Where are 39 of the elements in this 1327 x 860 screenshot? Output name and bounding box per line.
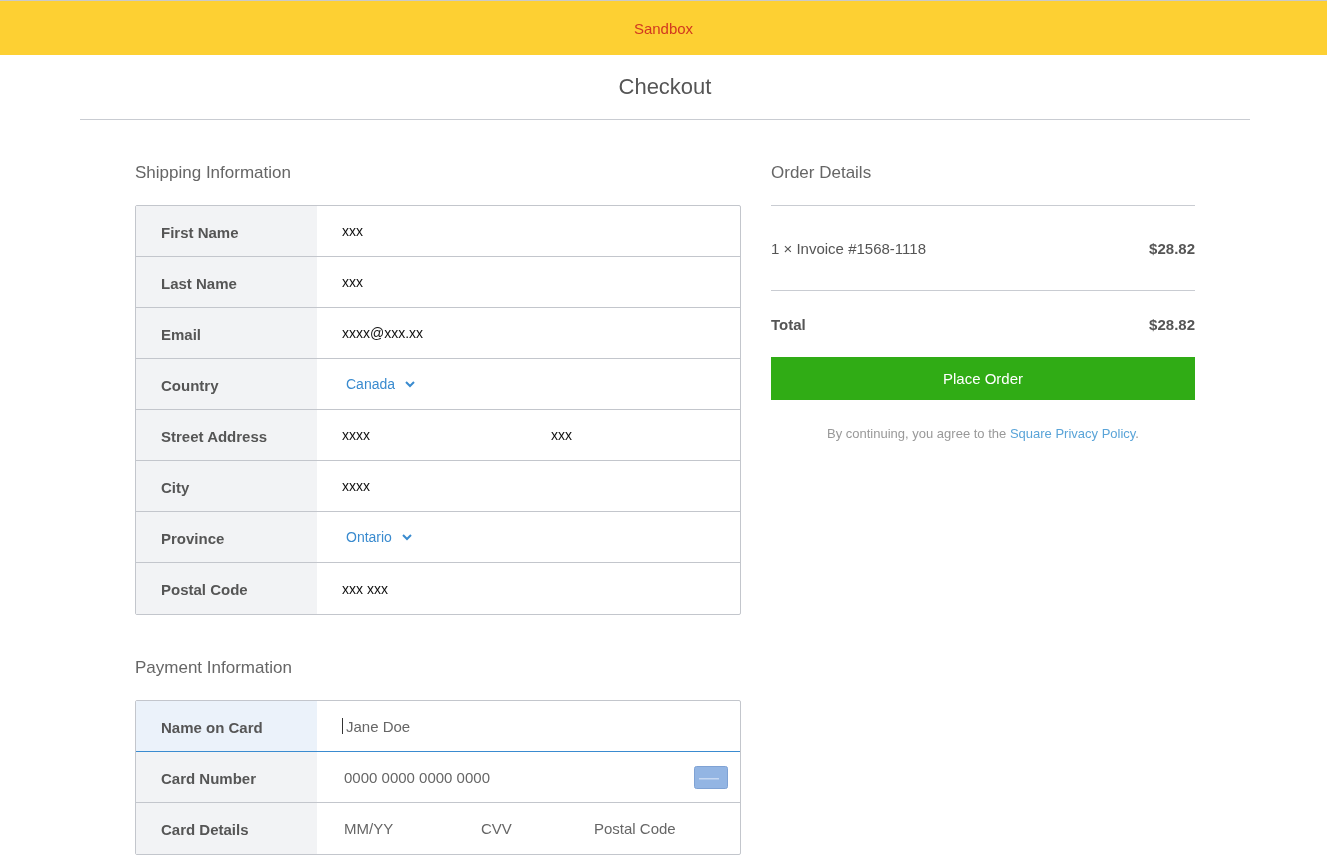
chevron-down-icon xyxy=(401,533,412,541)
input-field[interactable]: Jane Doe xyxy=(344,716,728,736)
field-label: First Name xyxy=(136,206,317,256)
field-value[interactable]: xxxx xyxy=(342,478,370,494)
field-label: Name on Card xyxy=(136,701,317,751)
banner-label: Sandbox xyxy=(633,19,694,37)
field-label: Last Name xyxy=(136,257,317,307)
chevron-down-icon xyxy=(405,380,416,388)
field-label: Province xyxy=(136,512,317,562)
section-heading: Order Details xyxy=(771,161,873,184)
item-price: $28.82 xyxy=(1149,239,1195,257)
input-field[interactable]: 0000 0000 0000 0000 xyxy=(342,767,694,787)
field-label: Country xyxy=(136,359,317,409)
field-label: City xyxy=(136,461,317,511)
field-label: Card Number xyxy=(136,752,317,802)
text-cursor xyxy=(342,718,343,734)
total-label: Total xyxy=(771,315,806,333)
field-label: Street Address xyxy=(136,410,317,460)
input-field[interactable]: MM/YY xyxy=(342,819,479,838)
field-value[interactable]: xxxx@xxx.xx xyxy=(342,325,424,341)
select-dropdown[interactable]: Ontario xyxy=(342,529,412,545)
field-value[interactable]: xxxx xyxy=(342,427,551,443)
item-name: 1 × Invoice #1568-1118 xyxy=(771,239,926,257)
field-label: Email xyxy=(136,308,317,358)
field-value[interactable]: xxx xxx xyxy=(342,580,388,597)
select-dropdown[interactable]: Canada xyxy=(342,376,416,392)
policy-notice: By continuing, you agree to the Square Privacy Policy. xyxy=(826,426,1140,441)
field-value[interactable]: xxx xyxy=(342,223,363,239)
section-heading: Shipping Information xyxy=(135,161,292,184)
input-field[interactable]: CVV xyxy=(479,819,592,838)
field-value[interactable]: xxx xyxy=(551,427,572,443)
section-heading: Payment Information xyxy=(135,656,293,679)
field-label: Postal Code xyxy=(136,563,317,614)
field-label: Card Details xyxy=(136,803,317,854)
field-value[interactable]: xxx xyxy=(342,274,363,290)
input-field[interactable]: Postal Code xyxy=(592,819,702,838)
total-price: $28.82 xyxy=(1149,315,1195,333)
credit-card-icon xyxy=(694,765,728,789)
page-title: Checkout xyxy=(618,74,712,100)
